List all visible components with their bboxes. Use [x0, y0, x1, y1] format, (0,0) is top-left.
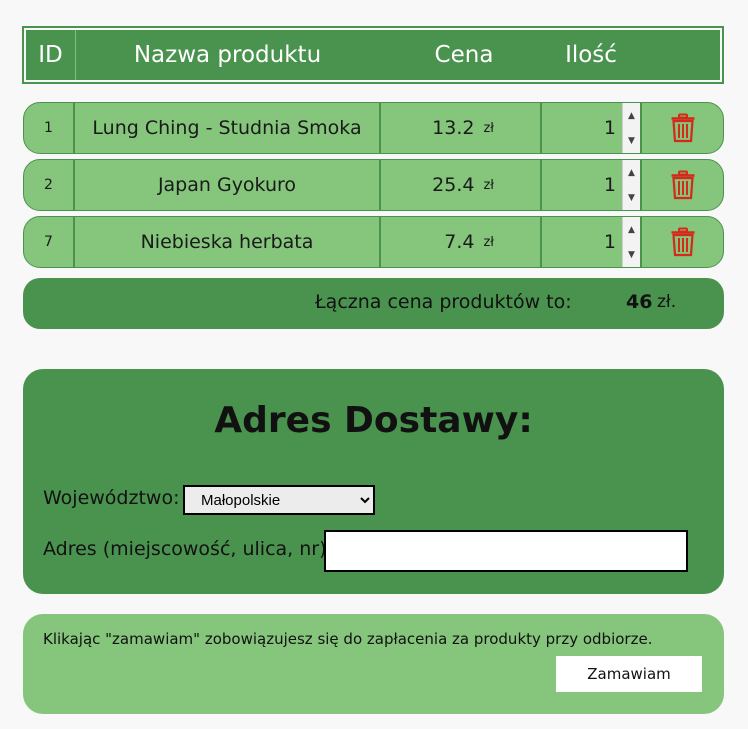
total-currency: zł.: [657, 292, 677, 312]
table-row: 2 Japan Gyokuro 25.4 zł 1 ▲ ▼: [23, 159, 724, 211]
price-currency: zł: [483, 234, 494, 250]
row-name: Lung Ching - Studnia Smoka: [75, 103, 381, 153]
quantity-spinner[interactable]: ▲ ▼: [622, 160, 640, 210]
row-id: 2: [24, 160, 75, 210]
trash-icon[interactable]: [670, 113, 696, 143]
order-note: Klikając "zamawiam" zobowiązujesz się do…: [43, 630, 653, 648]
spin-up-icon[interactable]: ▲: [623, 217, 640, 242]
price-value: 25.4: [432, 174, 475, 196]
table-header-bar: ID Nazwa produktu Cena Ilość: [26, 30, 720, 80]
table-row: 7 Niebieska herbata 7.4 zł 1 ▲ ▼: [23, 216, 724, 268]
spin-up-icon[interactable]: ▲: [623, 160, 640, 185]
quantity-stepper[interactable]: 1 ▲ ▼: [542, 160, 642, 210]
spin-down-icon[interactable]: ▼: [623, 242, 640, 267]
quantity-stepper[interactable]: 1 ▲ ▼: [542, 103, 642, 153]
price-value: 7.4: [444, 231, 475, 253]
price-value: 13.2: [432, 117, 475, 139]
row-price: 13.2 zł: [381, 103, 542, 153]
total-label: Łączna cena produktów to:: [315, 291, 572, 313]
order-panel: Klikając "zamawiam" zobowiązujesz się do…: [23, 614, 724, 714]
table-row: 1 Lung Ching - Studnia Smoka 13.2 zł 1 ▲…: [23, 102, 724, 154]
row-name: Niebieska herbata: [75, 217, 381, 267]
address-input[interactable]: [324, 530, 688, 572]
quantity-value[interactable]: 1: [604, 231, 616, 253]
trash-icon[interactable]: [670, 227, 696, 257]
voivodeship-label: Województwo:: [43, 487, 180, 509]
row-price: 7.4 zł: [381, 217, 542, 267]
price-currency: zł: [483, 120, 494, 136]
address-label: Adres (miejscowość, ulica, nr):: [43, 538, 333, 560]
address-title: Adres Dostawy:: [214, 400, 533, 441]
delete-button[interactable]: [642, 103, 724, 153]
trash-icon[interactable]: [670, 170, 696, 200]
voivodeship-select[interactable]: Małopolskie: [183, 485, 375, 515]
header-price: Cena: [434, 42, 494, 68]
quantity-value[interactable]: 1: [604, 117, 616, 139]
spin-down-icon[interactable]: ▼: [623, 128, 640, 153]
row-id: 7: [24, 217, 75, 267]
row-price: 25.4 zł: [381, 160, 542, 210]
quantity-stepper[interactable]: 1 ▲ ▼: [542, 217, 642, 267]
header-id: ID: [26, 30, 76, 80]
table-header: ID Nazwa produktu Cena Ilość: [22, 26, 724, 84]
row-name: Japan Gyokuro: [75, 160, 381, 210]
delete-button[interactable]: [642, 160, 724, 210]
header-name: Nazwa produktu: [133, 42, 322, 68]
spin-down-icon[interactable]: ▼: [623, 185, 640, 210]
quantity-spinner[interactable]: ▲ ▼: [622, 217, 640, 267]
total-amount: 46: [626, 291, 653, 313]
header-qty: Ilość: [565, 42, 617, 68]
order-button[interactable]: Zamawiam: [556, 656, 702, 692]
price-currency: zł: [483, 177, 494, 193]
total-bar: Łączna cena produktów to: 46 zł.: [23, 278, 724, 329]
row-id: 1: [24, 103, 75, 153]
quantity-value[interactable]: 1: [604, 174, 616, 196]
spin-up-icon[interactable]: ▲: [623, 103, 640, 128]
delivery-address-panel: Adres Dostawy: Województwo: Małopolskie …: [23, 369, 724, 594]
delete-button[interactable]: [642, 217, 724, 267]
quantity-spinner[interactable]: ▲ ▼: [622, 103, 640, 153]
